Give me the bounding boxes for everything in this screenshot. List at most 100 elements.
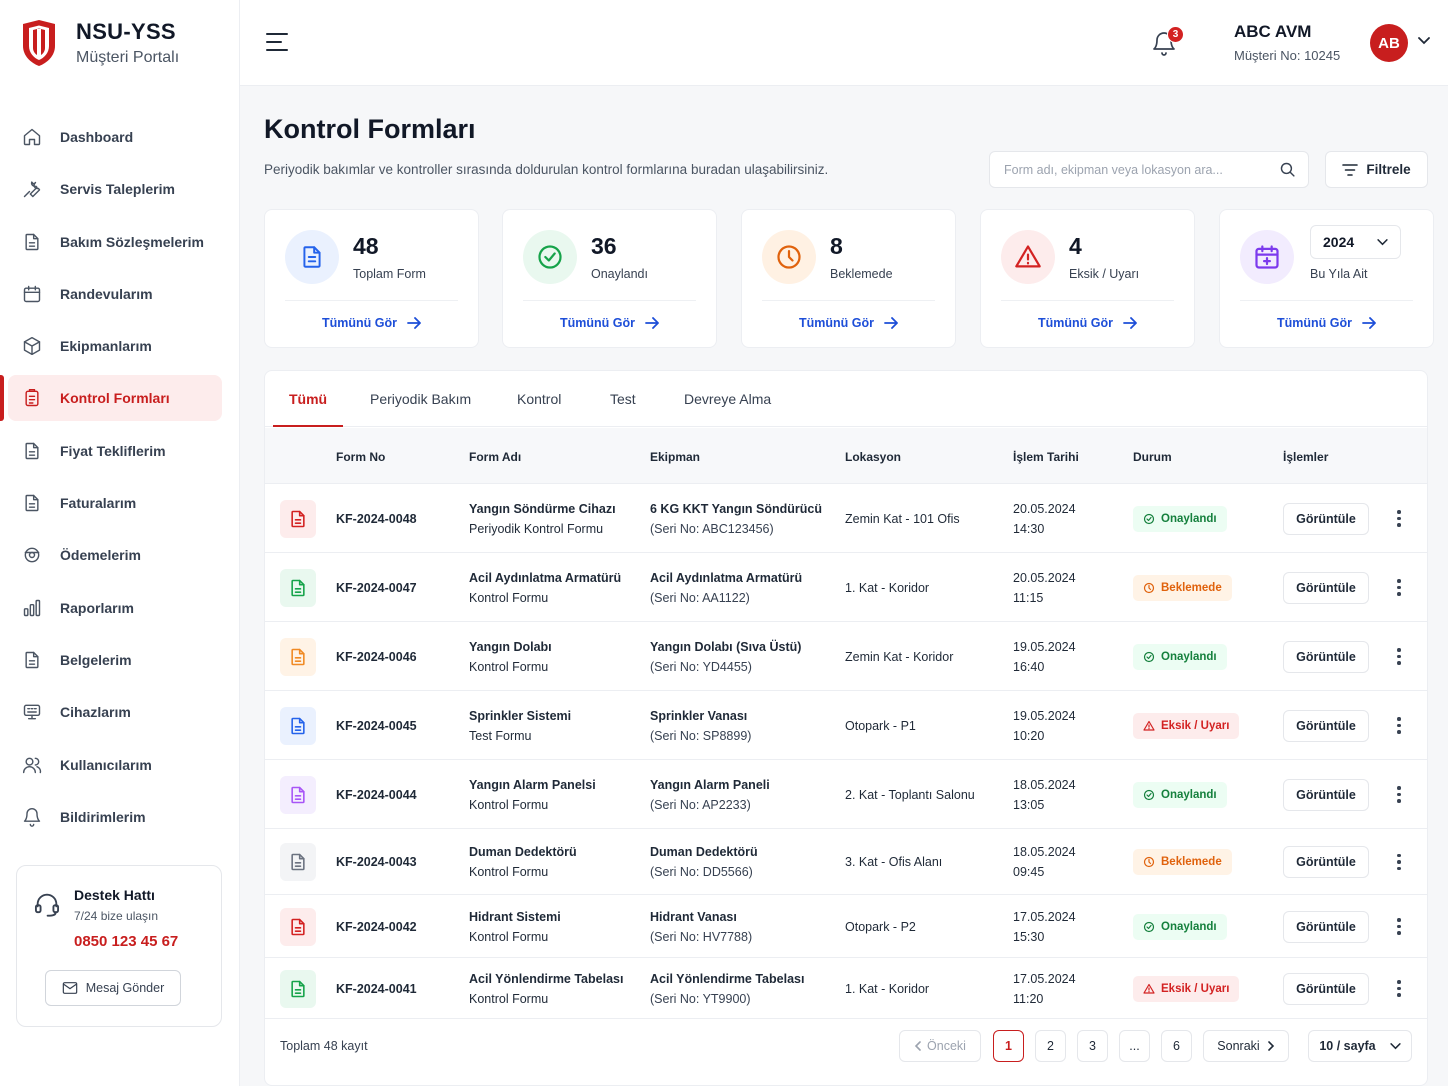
sidebar-item-reports[interactable]: Raporlarım (8, 585, 222, 631)
sidebar: NSU-YSS Müşteri Portalı Dashboard Servis… (0, 0, 240, 1086)
more-options-icon[interactable] (1389, 505, 1409, 533)
divider (523, 300, 696, 301)
search-input[interactable] (1004, 152, 1274, 187)
tab-all[interactable]: Tümü (272, 371, 344, 427)
more-options-icon[interactable] (1389, 913, 1409, 941)
form-name-type: Test Formu (469, 728, 532, 743)
chevron-down-icon[interactable] (1418, 37, 1430, 45)
form-number[interactable]: KF-2024-0046 (336, 647, 417, 667)
status-badge: Beklemede (1133, 574, 1232, 601)
prev-page-button[interactable]: Önceki (899, 1030, 981, 1062)
form-number[interactable]: KF-2024-0047 (336, 578, 417, 598)
view-button[interactable]: Görüntüle (1283, 571, 1369, 604)
view-button[interactable]: Görüntüle (1283, 709, 1369, 742)
more-options-icon[interactable] (1389, 975, 1409, 1003)
prev-page-label: Önceki (927, 1039, 966, 1053)
more-options-icon[interactable] (1389, 574, 1409, 602)
stat-icon-circle (285, 230, 339, 284)
form-file-icon-box (280, 969, 316, 1008)
form-name-type: Kontrol Formu (469, 929, 549, 944)
sidebar-item-quotes[interactable]: Fiyat Tekliflerim (8, 428, 222, 474)
view-all-link[interactable]: Tümünü Gör (981, 316, 1194, 330)
view-button[interactable]: Görüntüle (1283, 502, 1369, 535)
status-badge: Onaylandı (1133, 781, 1227, 808)
view-all-link[interactable]: Tümünü Gör (742, 316, 955, 330)
more-options-icon[interactable] (1389, 712, 1409, 740)
form-number[interactable]: KF-2024-0043 (336, 852, 417, 872)
equipment-name: Acil Aydınlatma Armatürü (650, 570, 803, 585)
form-number[interactable]: KF-2024-0042 (336, 917, 417, 937)
sidebar-item-payments[interactable]: Ödemelerim (8, 532, 222, 578)
table-row: KF-2024-0047 Acil Aydınlatma Armatürü Ko… (265, 553, 1427, 622)
view-all-label: Tümünü Gör (560, 316, 635, 330)
form-number[interactable]: KF-2024-0041 (336, 979, 417, 999)
date: 17.05.2024 (1013, 971, 1076, 986)
sidebar-item-notifications[interactable]: Bildirimlerim (8, 794, 222, 840)
view-button[interactable]: Görüntüle (1283, 910, 1369, 943)
more-options-icon[interactable] (1389, 781, 1409, 809)
sidebar-item-equipment[interactable]: Ekipmanlarım (8, 323, 222, 369)
sidebar-item-documents[interactable]: Belgelerim (8, 637, 222, 683)
arrow-right-icon (1362, 317, 1376, 329)
more-options-icon[interactable] (1389, 643, 1409, 671)
status-badge: Onaylandı (1133, 643, 1227, 670)
filter-icon (1342, 163, 1359, 176)
tab-periodic-maintenance[interactable]: Periyodik Bakım (370, 371, 471, 427)
chevron-right-icon (1267, 1041, 1274, 1051)
view-button[interactable]: Görüntüle (1283, 972, 1369, 1005)
page-button-1[interactable]: 1 (993, 1030, 1024, 1062)
column-header: İşlemler (1283, 450, 1329, 464)
sidebar-item-control-forms[interactable]: Kontrol Formları (0, 375, 222, 422)
sidebar-item-maintenance-contracts[interactable]: Bakım Sözleşmelerim (8, 219, 222, 265)
sidebar-item-invoices[interactable]: Faturalarım (8, 480, 222, 526)
next-page-button[interactable]: Sonraki (1203, 1030, 1289, 1062)
send-message-button[interactable]: Mesaj Gönder (45, 970, 181, 1006)
divider (1240, 300, 1413, 301)
sidebar-item-appointments[interactable]: Randevularım (8, 271, 222, 317)
view-all-link[interactable]: Tümünü Gör (1220, 316, 1433, 330)
view-button[interactable]: Görüntüle (1283, 778, 1369, 811)
form-number[interactable]: KF-2024-0045 (336, 716, 417, 736)
page-button-2[interactable]: 2 (1035, 1030, 1066, 1062)
stat-label: Eksik / Uyarı (1069, 267, 1140, 281)
form-number[interactable]: KF-2024-0044 (336, 785, 417, 805)
page-size-select[interactable]: 10 / sayfa (1308, 1030, 1412, 1062)
avatar[interactable]: AB (1370, 24, 1408, 62)
status-badge: Onaylandı (1133, 913, 1227, 940)
stat-card-year: 2024 Bu Yıla Ait Tümünü Gör (1219, 209, 1434, 348)
file-icon (291, 918, 305, 935)
year-select[interactable]: 2024 (1310, 225, 1401, 259)
clock-icon (1143, 856, 1155, 868)
form-file-icon-box (280, 775, 316, 814)
menu-icon[interactable] (266, 32, 288, 52)
more-options-icon[interactable] (1389, 848, 1409, 876)
equipment-name: Duman Dedektörü (650, 845, 758, 859)
page-button-6[interactable]: 6 (1161, 1030, 1192, 1062)
view-all-link[interactable]: Tümünü Gör (503, 316, 716, 330)
form-file-icon-box (280, 907, 316, 946)
page-button-3[interactable]: 3 (1077, 1030, 1108, 1062)
sidebar-item-users[interactable]: Kullanıcılarım (8, 742, 222, 788)
view-button[interactable]: Görüntüle (1283, 846, 1369, 878)
equipment: Hidrant Vanası (Seri No: HV7788) (650, 907, 752, 947)
year-select-value: 2024 (1323, 234, 1355, 250)
brand[interactable]: NSU-YSS Müşteri Portalı (20, 18, 179, 68)
view-button[interactable]: Görüntüle (1283, 640, 1369, 673)
sidebar-item-devices[interactable]: Cihazlarım (8, 689, 222, 735)
equipment: Sprinkler Vanası (Seri No: SP8899) (650, 706, 751, 746)
tab-commissioning[interactable]: Devreye Alma (684, 371, 771, 427)
sidebar-item-service-requests[interactable]: Servis Taleplerim (8, 166, 222, 212)
support-phone[interactable]: 0850 123 45 67 (74, 933, 178, 950)
tab-test[interactable]: Test (610, 371, 636, 427)
equipment-serial: (Seri No: SP8899) (650, 728, 752, 743)
equipment: Acil Aydınlatma Armatürü (Seri No: AA112… (650, 568, 802, 608)
form-number[interactable]: KF-2024-0048 (336, 509, 417, 529)
sidebar-item-dashboard[interactable]: Dashboard (8, 114, 222, 160)
view-all-link[interactable]: Tümünü Gör (265, 316, 478, 330)
search-icon[interactable] (1279, 161, 1296, 178)
tab-control[interactable]: Kontrol (517, 371, 561, 427)
stat-value: 8 (830, 233, 843, 259)
form-name-title: Sprinkler Sistemi (469, 708, 572, 723)
filter-button[interactable]: Filtrele (1325, 151, 1428, 188)
equipment-name: Acil Yönlendirme Tabelası (650, 971, 805, 986)
